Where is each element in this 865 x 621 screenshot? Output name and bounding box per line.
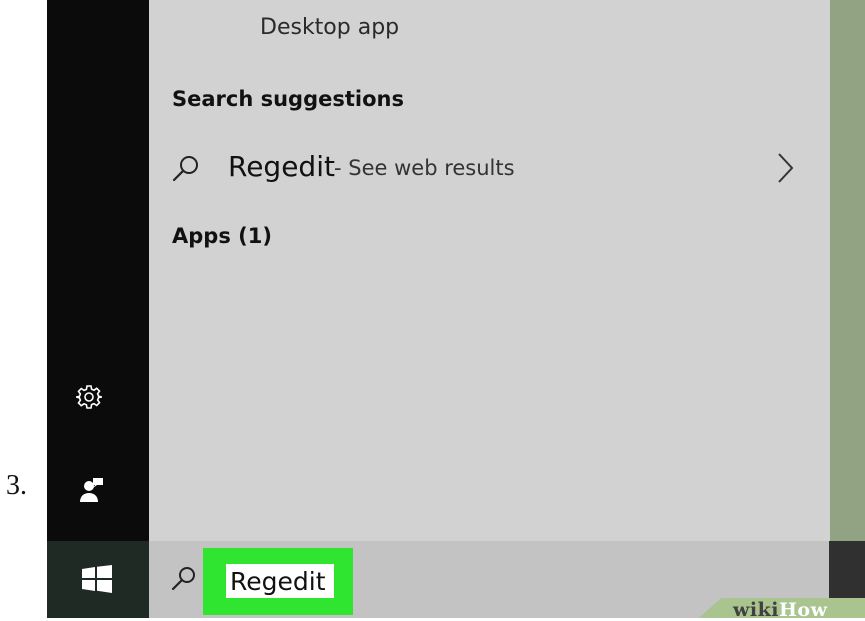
start-menu-left-rail bbox=[47, 0, 149, 541]
search-icon bbox=[171, 154, 201, 188]
screenshot-frame: Desktop app Search suggestions Regedit -… bbox=[47, 0, 865, 621]
desktop-background-strip bbox=[830, 0, 865, 541]
top-result-type: Desktop app bbox=[260, 15, 400, 40]
search-input-highlight bbox=[203, 548, 353, 615]
suggestion-web-results-label: - See web results bbox=[334, 156, 515, 180]
start-button[interactable] bbox=[47, 541, 149, 618]
suggestion-term: Regedit bbox=[228, 150, 335, 183]
settings-icon[interactable] bbox=[76, 384, 102, 414]
windows-logo-icon bbox=[82, 565, 112, 597]
user-feedback-icon[interactable] bbox=[80, 476, 104, 508]
step-number: 3. bbox=[6, 470, 27, 501]
search-icon bbox=[171, 565, 197, 597]
taskbar-search-input[interactable] bbox=[226, 564, 334, 598]
search-suggestions-heading: Search suggestions bbox=[172, 87, 404, 111]
taskbar: wikiHow bbox=[47, 541, 865, 621]
wikihow-watermark: wikiHow bbox=[699, 598, 865, 621]
search-results-panel bbox=[149, 0, 830, 541]
suggestion-row-regedit[interactable]: Regedit - See web results bbox=[149, 142, 830, 196]
apps-heading: Apps (1) bbox=[172, 224, 272, 248]
chevron-right-icon[interactable] bbox=[776, 152, 796, 188]
